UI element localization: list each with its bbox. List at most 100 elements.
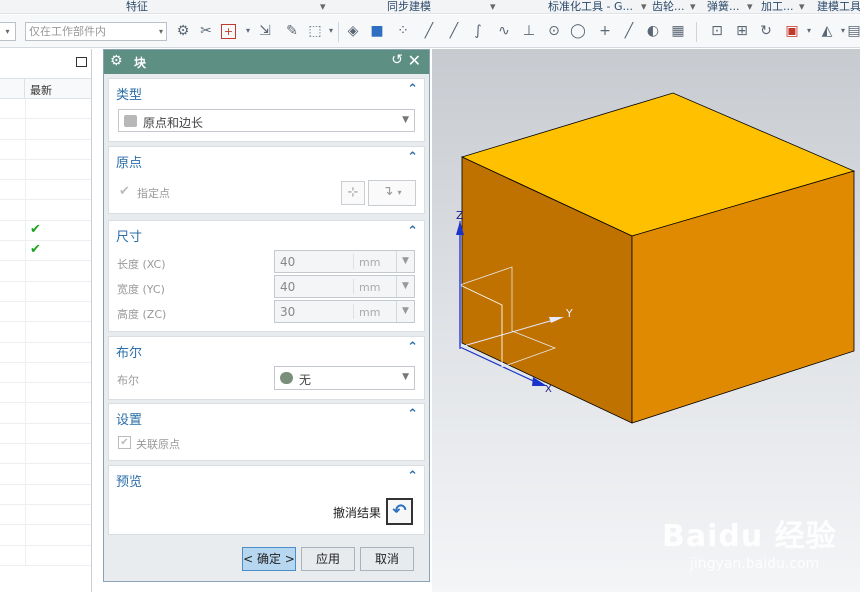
solid-body-icon[interactable]: ■: [368, 22, 386, 40]
line-icon[interactable]: ╱: [420, 22, 438, 40]
chevron-down-icon[interactable]: ▾: [800, 22, 818, 40]
chevron-down-icon[interactable]: ▾: [641, 0, 647, 13]
rotate-icon[interactable]: ↻: [757, 22, 775, 40]
points-icon[interactable]: ⁘: [394, 22, 412, 40]
column-latest[interactable]: 最新: [30, 82, 52, 98]
drag-icon[interactable]: ✎: [283, 22, 301, 40]
navigator-row[interactable]: [0, 383, 91, 404]
navigator-row[interactable]: [0, 139, 91, 160]
boolean-select[interactable]: 无 ▼: [274, 366, 415, 390]
grid-icon[interactable]: ▦: [669, 22, 687, 40]
edge-icon[interactable]: ◐: [644, 22, 662, 40]
navigator-row[interactable]: [0, 119, 91, 140]
undo-result-button[interactable]: ↶: [386, 498, 413, 525]
chevron-down-icon[interactable]: ▾: [747, 0, 753, 13]
navigator-row[interactable]: [0, 99, 91, 120]
section-title: 原点: [116, 156, 143, 171]
point-snap-icon[interactable]: +: [221, 24, 236, 39]
tangent-icon[interactable]: ⊥: [520, 22, 538, 40]
height-input[interactable]: 30 mm ▼: [274, 300, 415, 323]
render-style-icon[interactable]: ▣: [783, 22, 801, 40]
menu-group-machining[interactable]: 加工...: [761, 0, 794, 13]
navigator-row[interactable]: ✔: [0, 220, 91, 242]
menu-group-features[interactable]: 特征: [126, 0, 148, 13]
navigator-row[interactable]: [0, 362, 91, 384]
navigator-row[interactable]: [0, 322, 91, 343]
face-icon[interactable]: ◈: [344, 22, 362, 40]
chevron-down-icon[interactable]: ▼: [396, 276, 414, 297]
navigator-row[interactable]: [0, 281, 91, 302]
chevron-down-icon: ▼: [402, 372, 409, 382]
quadrant-icon[interactable]: ◯: [569, 22, 587, 40]
length-input[interactable]: 40 mm ▼: [274, 250, 415, 273]
axis-y-label: Y: [565, 307, 573, 320]
navigator-row[interactable]: [0, 464, 91, 485]
navigator-row[interactable]: [0, 200, 91, 221]
navigator-row[interactable]: [0, 423, 91, 445]
collapse-icon[interactable]: ⌃: [407, 224, 418, 239]
navigator-row[interactable]: [0, 180, 91, 201]
block-dialog: ⚙ 块 ↺ ✕ 类型 ⌃ 原点和边长 ▼ 原点 ⌃ ✔ 指定点 ⊹ ↴ ▾ 尺寸…: [103, 49, 430, 582]
intersection-icon[interactable]: +: [596, 22, 614, 40]
point-type-dropdown[interactable]: ↴ ▾: [368, 180, 416, 206]
collapse-icon[interactable]: ⌃: [407, 469, 418, 484]
collapse-icon[interactable]: ⌃: [407, 150, 418, 165]
maximize-icon[interactable]: [76, 57, 87, 67]
navigator-row[interactable]: [0, 159, 91, 181]
cancel-button[interactable]: 取消: [360, 547, 414, 571]
point-dialog-icon[interactable]: ⊹: [341, 181, 365, 205]
menu-group-modeling-tools[interactable]: 建模工具: [817, 0, 860, 13]
type-select[interactable]: 原点和边长 ▼: [118, 109, 415, 132]
collapse-icon[interactable]: ⌃: [407, 340, 418, 355]
navigator-row[interactable]: [0, 301, 91, 323]
chevron-down-icon[interactable]: ▾: [799, 0, 805, 13]
collapse-icon[interactable]: ⌃: [407, 407, 418, 422]
gear-icon[interactable]: ⚙: [110, 53, 123, 69]
navigator-row[interactable]: ✔: [0, 241, 91, 262]
width-input[interactable]: 40 mm ▼: [274, 275, 415, 298]
menu-group-sync-modeling[interactable]: 同步建模: [387, 0, 431, 13]
watermark-logo: Baidu 经验: [662, 519, 837, 554]
chevron-down-icon[interactable]: ▾: [690, 0, 696, 13]
associative-origin-label: 关联原点: [136, 438, 180, 451]
navigator-row[interactable]: [0, 545, 91, 566]
select-feature-icon[interactable]: ✂: [197, 22, 215, 40]
fit-view-icon[interactable]: ⊡: [708, 22, 726, 40]
boolean-none-icon: [280, 372, 293, 384]
line-end-icon[interactable]: ╱: [445, 22, 463, 40]
collapse-icon[interactable]: ⌃: [407, 82, 418, 97]
navigator-row[interactable]: [0, 444, 91, 465]
navigator-row[interactable]: [0, 342, 91, 363]
chevron-down-icon[interactable]: ▾: [239, 22, 257, 40]
menu-group-gears[interactable]: 齿轮...: [652, 0, 685, 13]
move-icon[interactable]: ⇲: [256, 22, 274, 40]
layers-icon[interactable]: ▤: [845, 22, 860, 40]
zoom-icon[interactable]: ⊞: [733, 22, 751, 40]
snap-icon[interactable]: ⚙: [174, 22, 192, 40]
spline-icon[interactable]: ∿: [495, 22, 513, 40]
center-icon[interactable]: ⊙: [545, 22, 563, 40]
curve-icon[interactable]: ∫: [469, 22, 487, 40]
section-dimensions: 尺寸 ⌃ 长度 (XC) 40 mm ▼ 宽度 (YC) 40 mm ▼ 高度 …: [108, 220, 425, 332]
navigator-row[interactable]: [0, 484, 91, 505]
navigator-row[interactable]: [0, 403, 91, 424]
chevron-down-icon[interactable]: ▼: [396, 251, 414, 272]
menu-group-springs[interactable]: 弹簧...: [707, 0, 740, 13]
type-filter-dropdown[interactable]: ▾: [0, 22, 16, 41]
chevron-down-icon[interactable]: ▼: [396, 301, 414, 322]
reset-icon[interactable]: ↺: [391, 52, 403, 68]
navigator-row[interactable]: [0, 504, 91, 526]
ok-button[interactable]: < 确定 >: [242, 547, 296, 571]
existing-point-icon[interactable]: ╱: [620, 22, 638, 40]
chevron-down-icon[interactable]: ▾: [490, 0, 496, 13]
section-title: 预览: [116, 475, 143, 490]
apply-button[interactable]: 应用: [301, 547, 355, 571]
navigator-row[interactable]: [0, 261, 91, 282]
menu-group-standard-tools[interactable]: 标准化工具 - G...: [548, 0, 633, 13]
associative-origin-checkbox[interactable]: ✔: [118, 436, 131, 449]
close-icon[interactable]: ✕: [408, 51, 421, 70]
selection-scope-filter[interactable]: 仅在工作部件内 ▾: [25, 22, 167, 41]
navigator-row[interactable]: [0, 525, 91, 546]
section-title: 尺寸: [116, 230, 143, 245]
chevron-down-icon[interactable]: ▾: [320, 0, 326, 13]
